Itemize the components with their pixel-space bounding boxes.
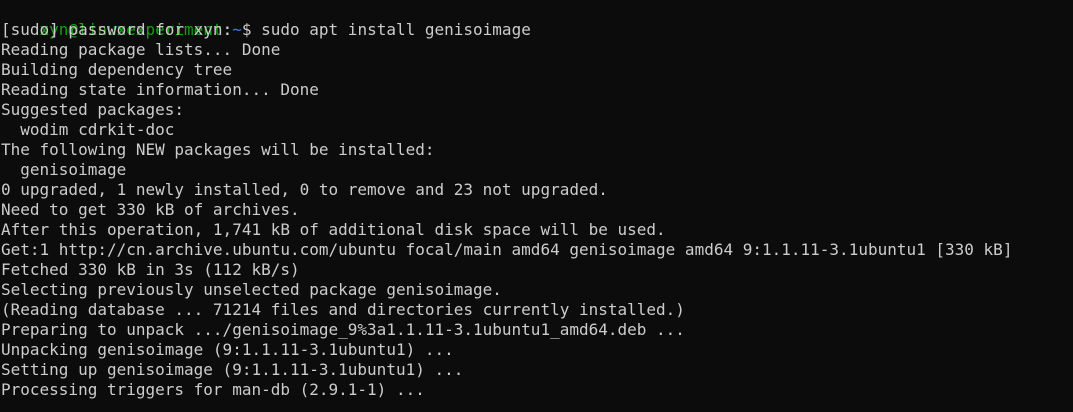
output-line: Suggested packages: xyxy=(1,100,185,119)
output-line: Get:1 http://cn.archive.ubuntu.com/ubunt… xyxy=(1,240,1013,259)
output-line: Reading package lists... Done xyxy=(1,40,281,59)
output-line: (Reading database ... 71214 files and di… xyxy=(1,300,685,319)
prompt-path: ~ xyxy=(232,20,242,39)
output-line: Unpacking genisoimage (9:1.1.11-3.1ubunt… xyxy=(1,340,454,359)
output-line: wodim cdrkit-doc xyxy=(1,120,175,139)
output-line: [sudo] password for xyn: xyxy=(1,20,233,39)
output-line: Selecting previously unselected package … xyxy=(1,280,502,299)
output-line: Need to get 330 kB of archives. xyxy=(1,200,300,219)
output-line: Reading state information... Done xyxy=(1,80,319,99)
command-line: xyn@linuxexperiment:~$ sudo apt install … xyxy=(0,0,1073,39)
command-text: sudo apt install genisoimage xyxy=(261,20,531,39)
output-line: genisoimage xyxy=(1,160,127,179)
output-line: Fetched 330 kB in 3s (112 kB/s) xyxy=(1,260,300,279)
terminal-window[interactable]: xyn@linuxexperiment:~$ sudo apt install … xyxy=(0,0,1073,412)
output-line: 0 upgraded, 1 newly installed, 0 to remo… xyxy=(1,180,608,199)
output-line: Processing triggers for man-db (2.9.1-1)… xyxy=(1,380,425,399)
output-line: Building dependency tree xyxy=(1,60,233,79)
output-line: Preparing to unpack .../genisoimage_9%3a… xyxy=(1,320,685,339)
terminal-output: [sudo] password for xyn: Reading package … xyxy=(0,20,1073,400)
output-line: Setting up genisoimage (9:1.1.11-3.1ubun… xyxy=(1,360,464,379)
output-line: The following NEW packages will be insta… xyxy=(1,140,435,159)
prompt-symbol: $ xyxy=(241,20,262,39)
output-line: After this operation, 1,741 kB of additi… xyxy=(1,220,666,239)
